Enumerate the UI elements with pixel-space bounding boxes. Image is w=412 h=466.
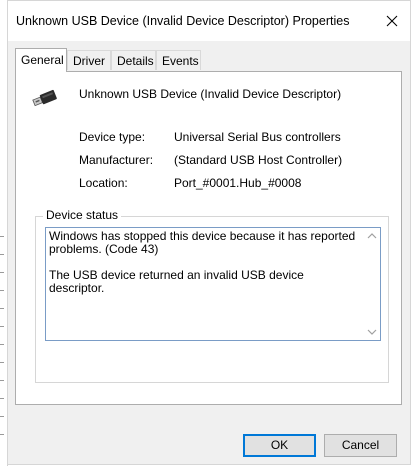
tab-general[interactable]: General: [15, 48, 67, 72]
tab-details[interactable]: Details: [111, 50, 156, 70]
device-type-value: Universal Serial Bus controllers: [174, 130, 341, 144]
device-status-legend: Device status: [43, 208, 122, 222]
device-status-text: Windows has stopped this device because …: [49, 229, 356, 295]
tab-driver[interactable]: Driver: [67, 50, 111, 70]
location-value: Port_#0001.Hub_#0008: [174, 176, 302, 190]
properties-dialog: Unknown USB Device (Invalid Device Descr…: [7, 0, 411, 465]
device-name: Unknown USB Device (Invalid Device Descr…: [79, 87, 342, 101]
device-type-label: Device type:: [79, 130, 146, 144]
scroll-up-icon[interactable]: [365, 229, 379, 243]
general-tab-panel: Unknown USB Device (Invalid Device Descr…: [15, 71, 402, 405]
manufacturer-value: (Standard USB Host Controller): [174, 153, 343, 167]
close-icon[interactable]: [382, 11, 402, 31]
scroll-down-icon[interactable]: [365, 325, 379, 339]
ok-button[interactable]: OK: [243, 434, 316, 457]
title-bar[interactable]: Unknown USB Device (Invalid Device Descr…: [8, 1, 410, 41]
cancel-button[interactable]: Cancel: [324, 434, 397, 457]
window-title: Unknown USB Device (Invalid Device Descr…: [16, 14, 350, 28]
location-label: Location:: [79, 176, 128, 190]
tab-events[interactable]: Events: [156, 50, 201, 70]
manufacturer-label: Manufacturer:: [79, 153, 154, 167]
device-status-textbox[interactable]: Windows has stopped this device because …: [45, 227, 381, 341]
usb-device-icon: [32, 88, 60, 108]
